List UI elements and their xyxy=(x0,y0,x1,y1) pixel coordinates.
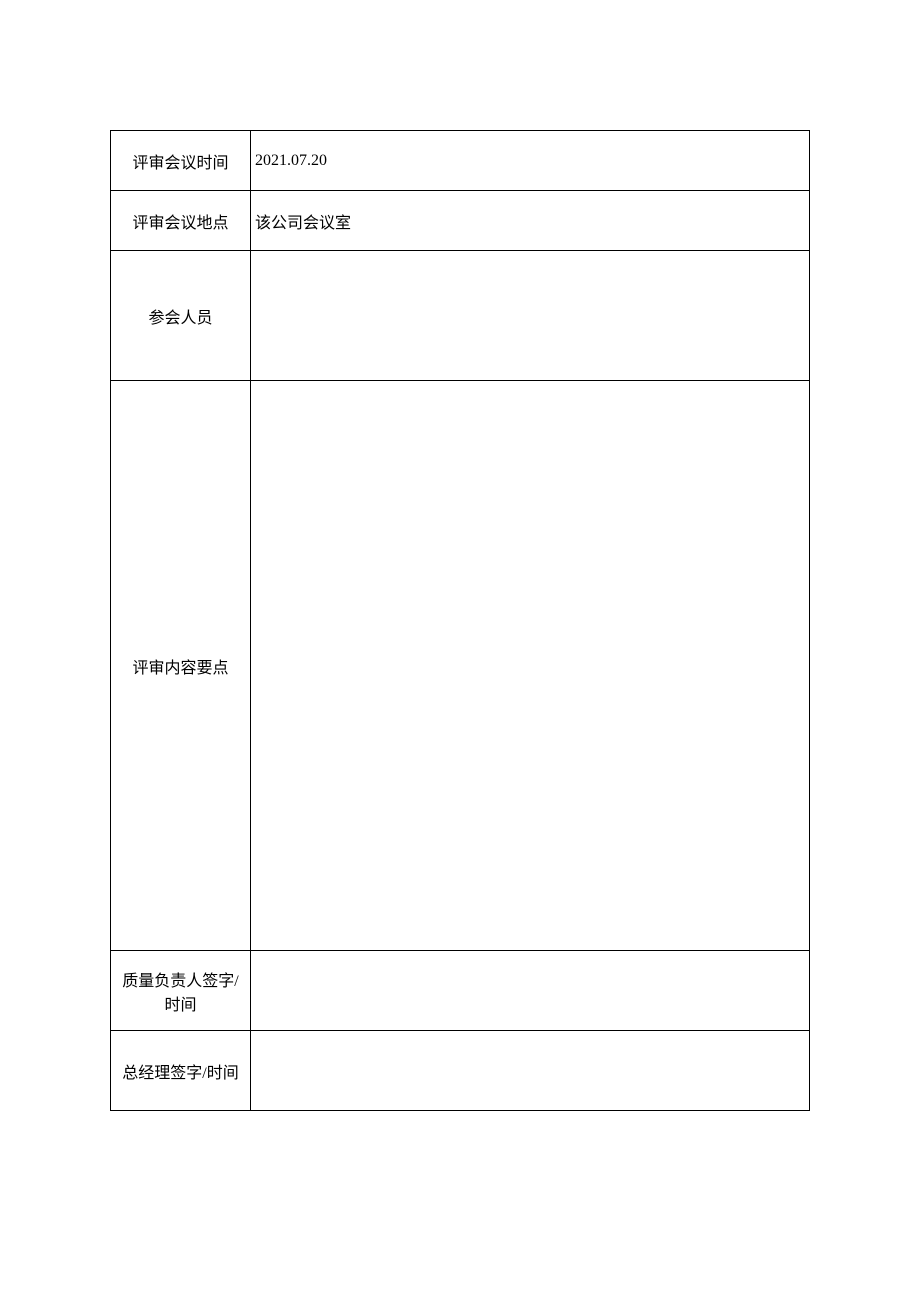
attendees-label: 参会人员 xyxy=(111,251,251,381)
table-row: 总经理签字/时间 xyxy=(111,1031,810,1111)
quality-signature-value xyxy=(251,951,810,1031)
quality-signature-label: 质量负责人签字/时间 xyxy=(111,951,251,1031)
table-row: 评审会议时间 2021.07.20 xyxy=(111,131,810,191)
table-row: 评审内容要点 xyxy=(111,381,810,951)
manager-signature-label: 总经理签字/时间 xyxy=(111,1031,251,1111)
review-form-table: 评审会议时间 2021.07.20 评审会议地点 该公司会议室 参会人员 评审内… xyxy=(110,130,810,1111)
table-row: 参会人员 xyxy=(111,251,810,381)
attendees-value xyxy=(251,251,810,381)
meeting-location-label: 评审会议地点 xyxy=(111,191,251,251)
meeting-time-value: 2021.07.20 xyxy=(251,131,810,191)
table-row: 评审会议地点 该公司会议室 xyxy=(111,191,810,251)
review-content-label: 评审内容要点 xyxy=(111,381,251,951)
review-content-value xyxy=(251,381,810,951)
meeting-time-label: 评审会议时间 xyxy=(111,131,251,191)
meeting-location-value: 该公司会议室 xyxy=(251,191,810,251)
manager-signature-value xyxy=(251,1031,810,1111)
table-row: 质量负责人签字/时间 xyxy=(111,951,810,1031)
